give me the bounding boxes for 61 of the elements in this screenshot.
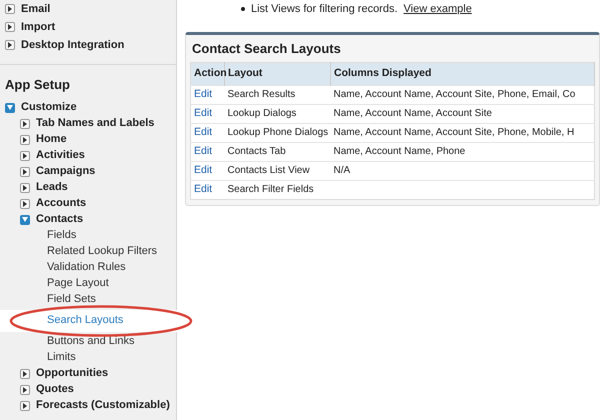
- column-header: Action: [190, 62, 224, 86]
- expand-icon[interactable]: [5, 22, 15, 32]
- sidebar-item[interactable]: Buttons and Links: [0, 334, 176, 350]
- expand-icon[interactable]: [20, 368, 30, 378]
- column-header: Columns Displayed: [330, 62, 594, 86]
- edit-link[interactable]: Edit: [194, 164, 212, 176]
- tree-item-label[interactable]: Campaigns: [36, 163, 96, 180]
- table-cell: Search Results: [224, 85, 330, 104]
- sidebar-item[interactable]: Search Layouts: [0, 310, 178, 332]
- tree-item-label[interactable]: Import: [21, 18, 56, 36]
- edit-link[interactable]: Edit: [194, 144, 212, 157]
- section-title: App Setup: [4, 76, 71, 94]
- edit-link[interactable]: Edit: [194, 182, 212, 195]
- edit-link[interactable]: Edit: [194, 106, 212, 119]
- view-example-link[interactable]: View example: [404, 1, 472, 18]
- tree-item-label[interactable]: Leads: [36, 179, 68, 196]
- table-cell: Contacts List View: [224, 161, 330, 180]
- collapse-icon[interactable]: [5, 102, 15, 112]
- expand-icon[interactable]: [5, 4, 15, 14]
- expand-icon[interactable]: [20, 182, 30, 192]
- tree-item-label[interactable]: Email: [21, 0, 50, 18]
- edit-link[interactable]: Edit: [194, 126, 212, 138]
- expand-icon[interactable]: [20, 384, 30, 394]
- edit-link[interactable]: Edit: [194, 88, 212, 100]
- sidebar-item[interactable]: Page Layout: [0, 276, 176, 292]
- sidebar-item[interactable]: Limits: [0, 350, 176, 366]
- tree-item-label[interactable]: Tab Names and Labels: [36, 115, 154, 132]
- panel-title: Contact Search Layouts: [191, 40, 342, 58]
- table-cell: N/A: [330, 161, 594, 180]
- table-cell: Lookup Dialogs: [224, 104, 330, 124]
- tree-item-label[interactable]: Accounts: [36, 195, 86, 212]
- table-cell: Search Filter Fields: [224, 180, 330, 200]
- expand-icon[interactable]: [5, 40, 15, 50]
- sidebar-item[interactable]: Validation Rules: [0, 260, 176, 276]
- tree-item-label[interactable]: Forecasts (Customizable): [36, 397, 170, 414]
- tree-item-label[interactable]: Quotes: [36, 381, 74, 398]
- table-cell: Name, Account Name, Account Site: [330, 104, 594, 124]
- table-cell: Name, Account Name, Account Site, Phone, Email, Co: [330, 85, 594, 104]
- expand-icon[interactable]: [20, 150, 30, 160]
- tree-item-label[interactable]: Customize: [21, 99, 77, 116]
- sidebar-item[interactable]: Fields: [0, 228, 176, 244]
- collapse-icon[interactable]: [20, 214, 30, 224]
- expand-icon[interactable]: [20, 198, 30, 208]
- table-cell: Lookup Phone Dialogs: [224, 123, 330, 142]
- bullet-icon: [241, 7, 245, 12]
- table-cell: Name, Account Name, Account Site, Phone, Mobile, H: [330, 123, 594, 142]
- tree-item-label[interactable]: Opportunities: [36, 365, 108, 382]
- tree-item-label[interactable]: Home: [36, 131, 67, 148]
- expand-icon[interactable]: [20, 118, 30, 128]
- column-header: Layout: [224, 62, 330, 86]
- expand-icon[interactable]: [20, 400, 30, 410]
- expand-icon[interactable]: [20, 134, 30, 144]
- table-cell: Name, Account Name, Phone: [330, 142, 594, 162]
- sidebar-item[interactable]: Field Sets: [0, 292, 176, 308]
- bullet-text: List Views for filtering records.: [251, 2, 398, 17]
- tree-item-label[interactable]: Activities: [36, 147, 85, 164]
- tree-item-label[interactable]: Desktop Integration: [21, 36, 124, 54]
- expand-icon[interactable]: [20, 166, 30, 176]
- sidebar-item[interactable]: Related Lookup Filters: [0, 244, 176, 260]
- table-cell: Contacts Tab: [224, 142, 330, 162]
- tree-item-label[interactable]: Contacts: [36, 211, 84, 228]
